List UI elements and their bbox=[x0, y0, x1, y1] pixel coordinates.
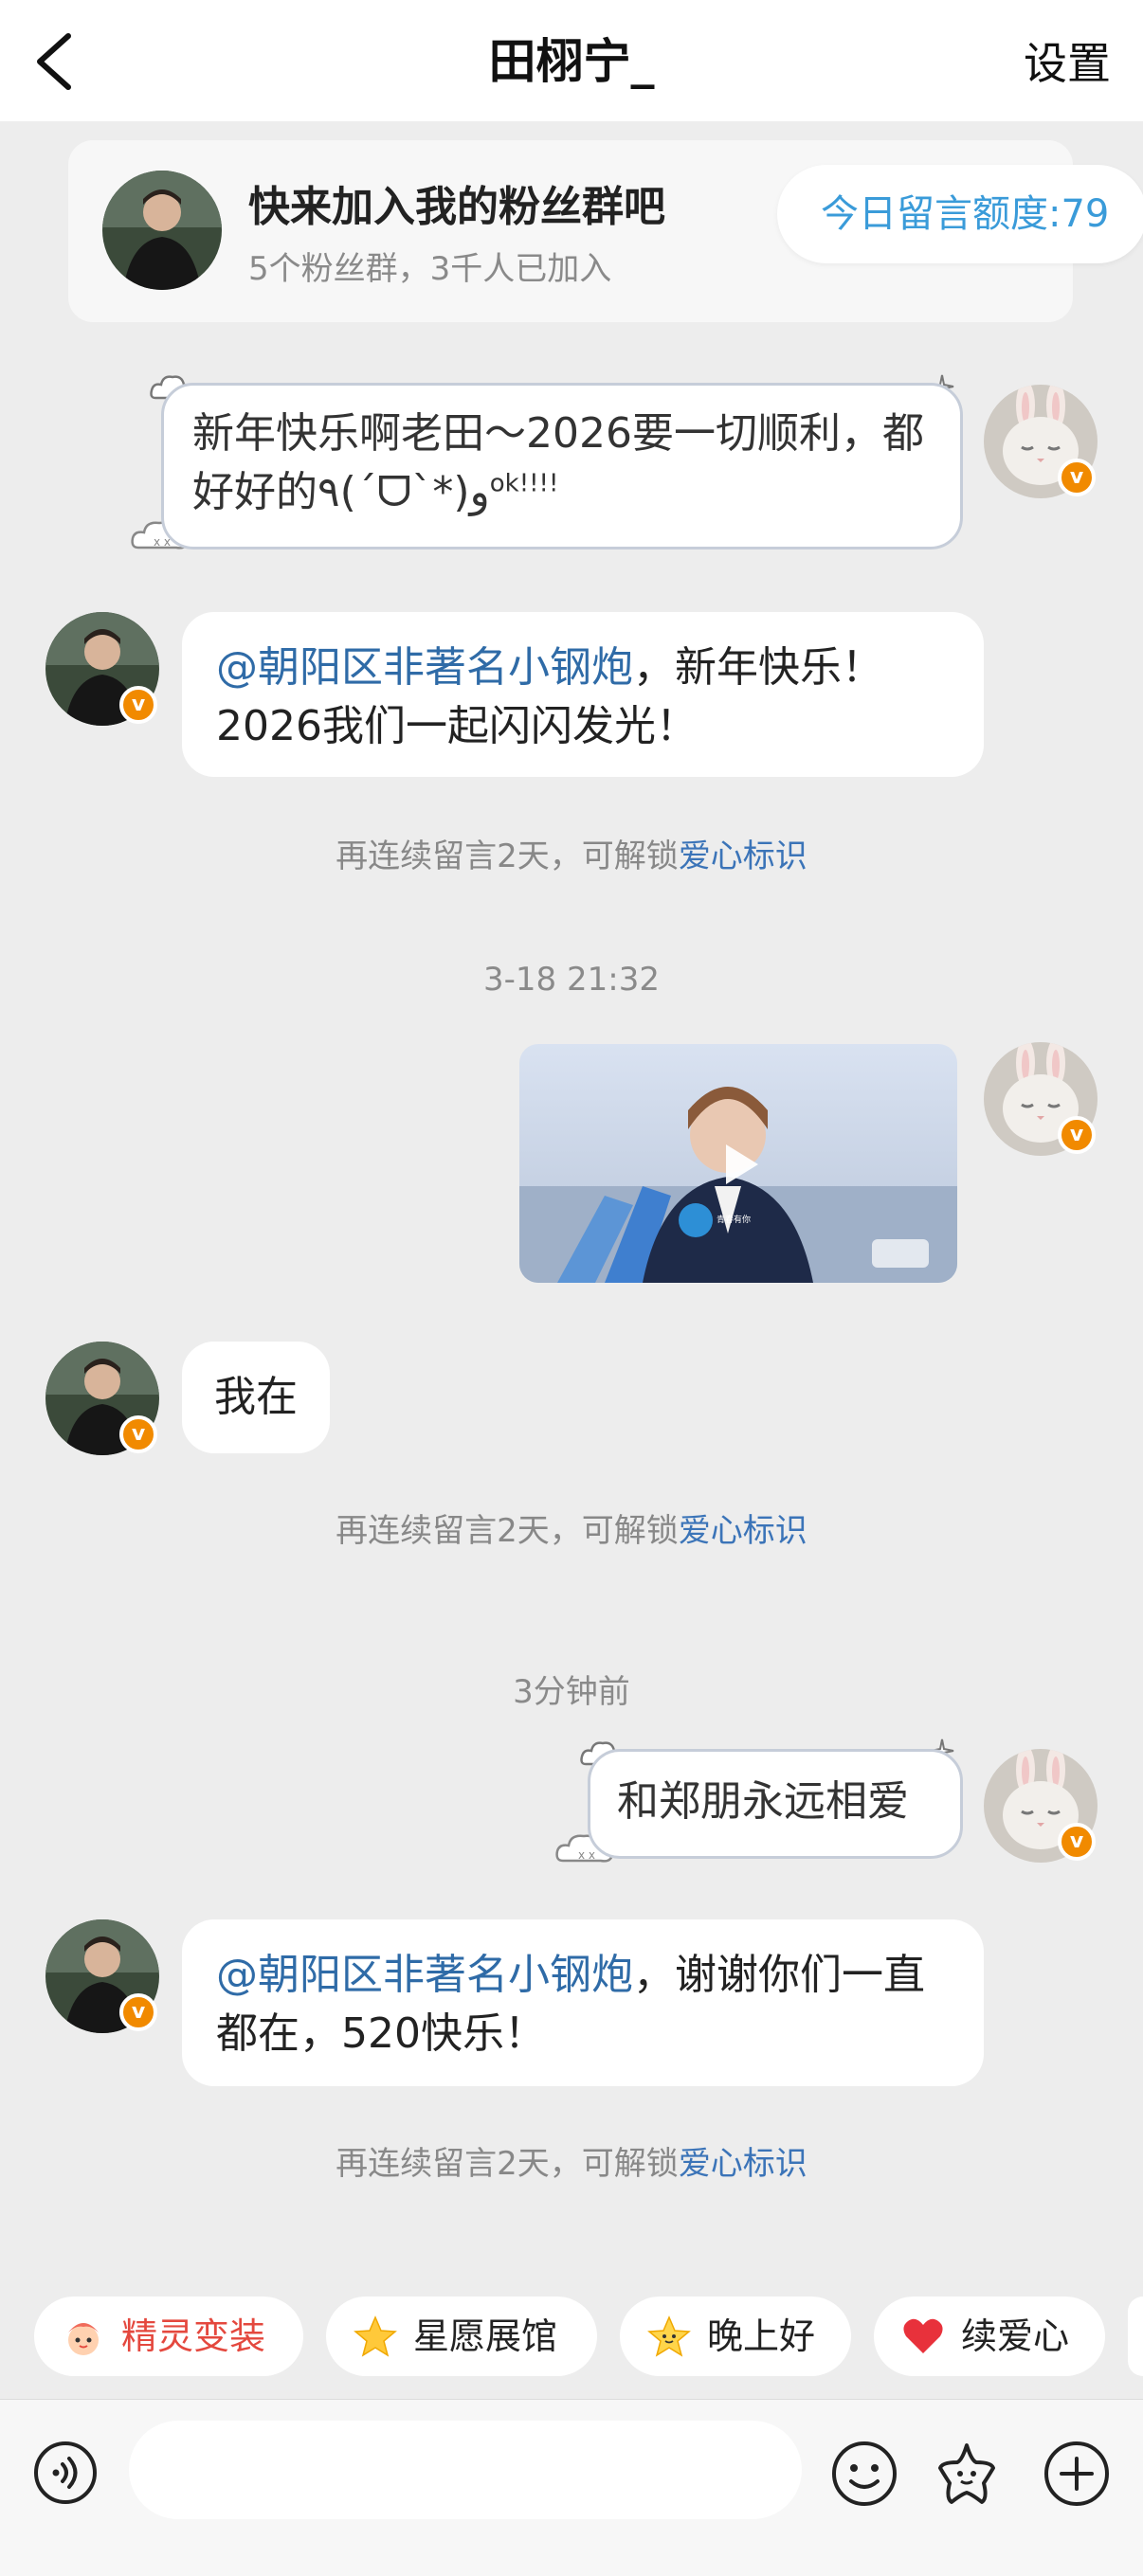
plus-icon[interactable] bbox=[1043, 2440, 1111, 2508]
chip-sprite-dressup[interactable]: 精灵变装 bbox=[34, 2297, 303, 2376]
unlock-hint: 再连续留言2天，可解锁爱心标识 bbox=[0, 2137, 1143, 2184]
input-toolbar bbox=[0, 2399, 1143, 2576]
star-icon bbox=[354, 2315, 397, 2357]
mention-link[interactable]: @朝阳区非著名小钢炮 bbox=[216, 643, 633, 692]
daily-quota-badge: 今日留言额度:79 bbox=[777, 165, 1143, 263]
verified-badge-icon: v bbox=[1058, 459, 1096, 496]
hint-text: 再连续留言2天，可解锁 bbox=[336, 1512, 679, 1550]
heart-badge-link[interactable]: 爱心标识 bbox=[679, 838, 807, 875]
heart-badge-link[interactable]: 爱心标识 bbox=[679, 1512, 807, 1550]
message-input[interactable] bbox=[129, 2421, 802, 2519]
emoji-icon[interactable] bbox=[830, 2440, 898, 2508]
verified-badge-icon: v bbox=[1058, 1823, 1096, 1861]
chip-label: 续爱心 bbox=[961, 2315, 1070, 2357]
chip-label: 晚上好 bbox=[707, 2315, 816, 2357]
chip-label: 星愿展馆 bbox=[413, 2315, 558, 2357]
verified-badge-icon: v bbox=[119, 1993, 157, 2031]
chip-more[interactable] bbox=[1128, 2297, 1143, 2376]
page-title: 田栩宁_ bbox=[488, 34, 655, 89]
message-bubble-incoming[interactable]: @朝阳区非著名小钢炮，新年快乐！2026我们一起闪闪发光！ bbox=[182, 612, 984, 777]
message-text: 和郑朋永远相爱 bbox=[617, 1777, 909, 1826]
message-text: 我在 bbox=[214, 1373, 298, 1421]
chip-continue-heart[interactable]: 续爱心 bbox=[874, 2297, 1105, 2376]
fan-group-avatar bbox=[102, 171, 222, 290]
hint-text: 再连续留言2天，可解锁 bbox=[336, 2145, 679, 2183]
message-bubble-outgoing[interactable]: 新年快乐啊老田～2026要一切顺利，都好好的٩(ˊᗜˋ*)وok!!!! bbox=[161, 383, 963, 549]
heart-badge-link[interactable]: 爱心标识 bbox=[679, 2145, 807, 2183]
mention-link[interactable]: @朝阳区非著名小钢炮 bbox=[216, 1951, 633, 1999]
timestamp: 3-18 21:32 bbox=[483, 961, 660, 999]
video-message[interactable]: 青春有你 bbox=[519, 1044, 957, 1283]
svg-text:x x: x x bbox=[578, 1848, 595, 1862]
unlock-hint: 再连续留言2天，可解锁爱心标识 bbox=[0, 1504, 1143, 1551]
heart-icon bbox=[903, 2318, 943, 2353]
video-logo-text: 青春有你 bbox=[716, 1216, 751, 1225]
message-suffix: ok!!!! bbox=[489, 469, 559, 498]
chip-star-wish-gallery[interactable]: 星愿展馆 bbox=[326, 2297, 597, 2376]
top-nav-bar: 田栩宁_ 设置 bbox=[0, 0, 1143, 121]
smiling-star-icon bbox=[647, 2315, 691, 2357]
verified-badge-icon: v bbox=[119, 1415, 157, 1453]
voice-icon[interactable] bbox=[32, 2440, 99, 2506]
chip-good-evening[interactable]: 晚上好 bbox=[620, 2297, 851, 2376]
message-bubble-outgoing[interactable]: 和郑朋永远相爱 bbox=[588, 1749, 963, 1859]
play-icon[interactable] bbox=[715, 1139, 766, 1190]
fan-group-subtitle: 5个粉丝群，3千人已加入 bbox=[248, 250, 612, 288]
fan-group-title: 快来加入我的粉丝群吧 bbox=[248, 183, 665, 231]
verified-badge-icon: v bbox=[119, 686, 157, 724]
sticker-star-icon[interactable] bbox=[933, 2440, 1001, 2508]
message-bubble-incoming[interactable]: @朝阳区非著名小钢炮，谢谢你们一直都在，520快乐！ bbox=[182, 1919, 984, 2086]
message-bubble-incoming[interactable]: 我在 bbox=[182, 1342, 330, 1453]
unlock-hint: 再连续留言2天，可解锁爱心标识 bbox=[0, 830, 1143, 876]
sprite-icon bbox=[68, 2323, 99, 2355]
daily-quota-label: 今日留言额度:79 bbox=[821, 192, 1110, 236]
timestamp: 3分钟前 bbox=[513, 1673, 630, 1711]
settings-button[interactable]: 设置 bbox=[1024, 30, 1111, 97]
chip-label: 精灵变装 bbox=[121, 2315, 266, 2357]
verified-badge-icon: v bbox=[1058, 1116, 1096, 1154]
message-text: 新年快乐啊老田～2026要一切顺利，都好好的٩(ˊᗜˋ*)و bbox=[192, 409, 924, 516]
hint-text: 再连续留言2天，可解锁 bbox=[336, 838, 679, 875]
